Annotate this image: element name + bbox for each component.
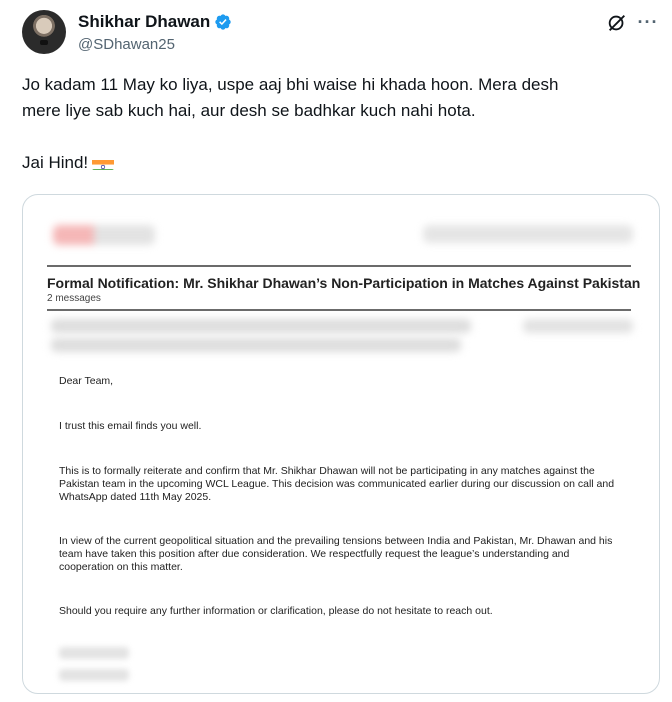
redacted-date [523,319,633,333]
verified-badge-icon [215,14,231,30]
more-icon[interactable]: ··· [636,10,660,34]
redacted-signature [59,669,129,681]
email-subject: Formal Notification: Mr. Shikhar Dhawan’… [47,275,641,291]
india-flag-icon [92,156,115,170]
redacted-logo [53,225,155,245]
tweet-line-2: mere liye sab kuch hai, aur desh se badh… [22,101,476,120]
email-para-4: Should you require any further informati… [59,605,493,617]
author-name-row[interactable]: Shikhar Dhawan [78,12,232,32]
author-handle[interactable]: @SDhawan25 [78,36,175,53]
author-name[interactable]: Shikhar Dhawan [78,12,210,32]
tweet-line-3: Jai Hind! [22,150,652,176]
message-count: 2 messages [47,293,101,304]
divider [47,309,631,311]
grok-icon[interactable] [606,12,628,34]
tweet-closing: Jai Hind! [22,153,89,172]
author-avatar[interactable] [22,10,66,54]
email-para-1: I trust this email finds you well. [59,420,202,432]
redacted-recipients [51,338,461,352]
divider [47,265,631,267]
redacted-signature [59,647,129,659]
tweet-text: Jo kadam 11 May ko liya, uspe aaj bhi wa… [22,72,652,176]
tweet: Shikhar Dhawan @SDhawan25 ··· Jo kadam 1… [0,0,672,702]
tweet-line-1: Jo kadam 11 May ko liya, uspe aaj bhi wa… [22,75,559,94]
redacted-sender [51,319,471,333]
redacted-account [423,225,633,243]
email-para-2: This is to formally reiterate and confir… [59,465,615,503]
email-para-3: In view of the current geopolitical situ… [59,535,613,573]
attached-image[interactable]: Formal Notification: Mr. Shikhar Dhawan’… [22,194,660,694]
email-greeting: Dear Team, [59,375,114,387]
